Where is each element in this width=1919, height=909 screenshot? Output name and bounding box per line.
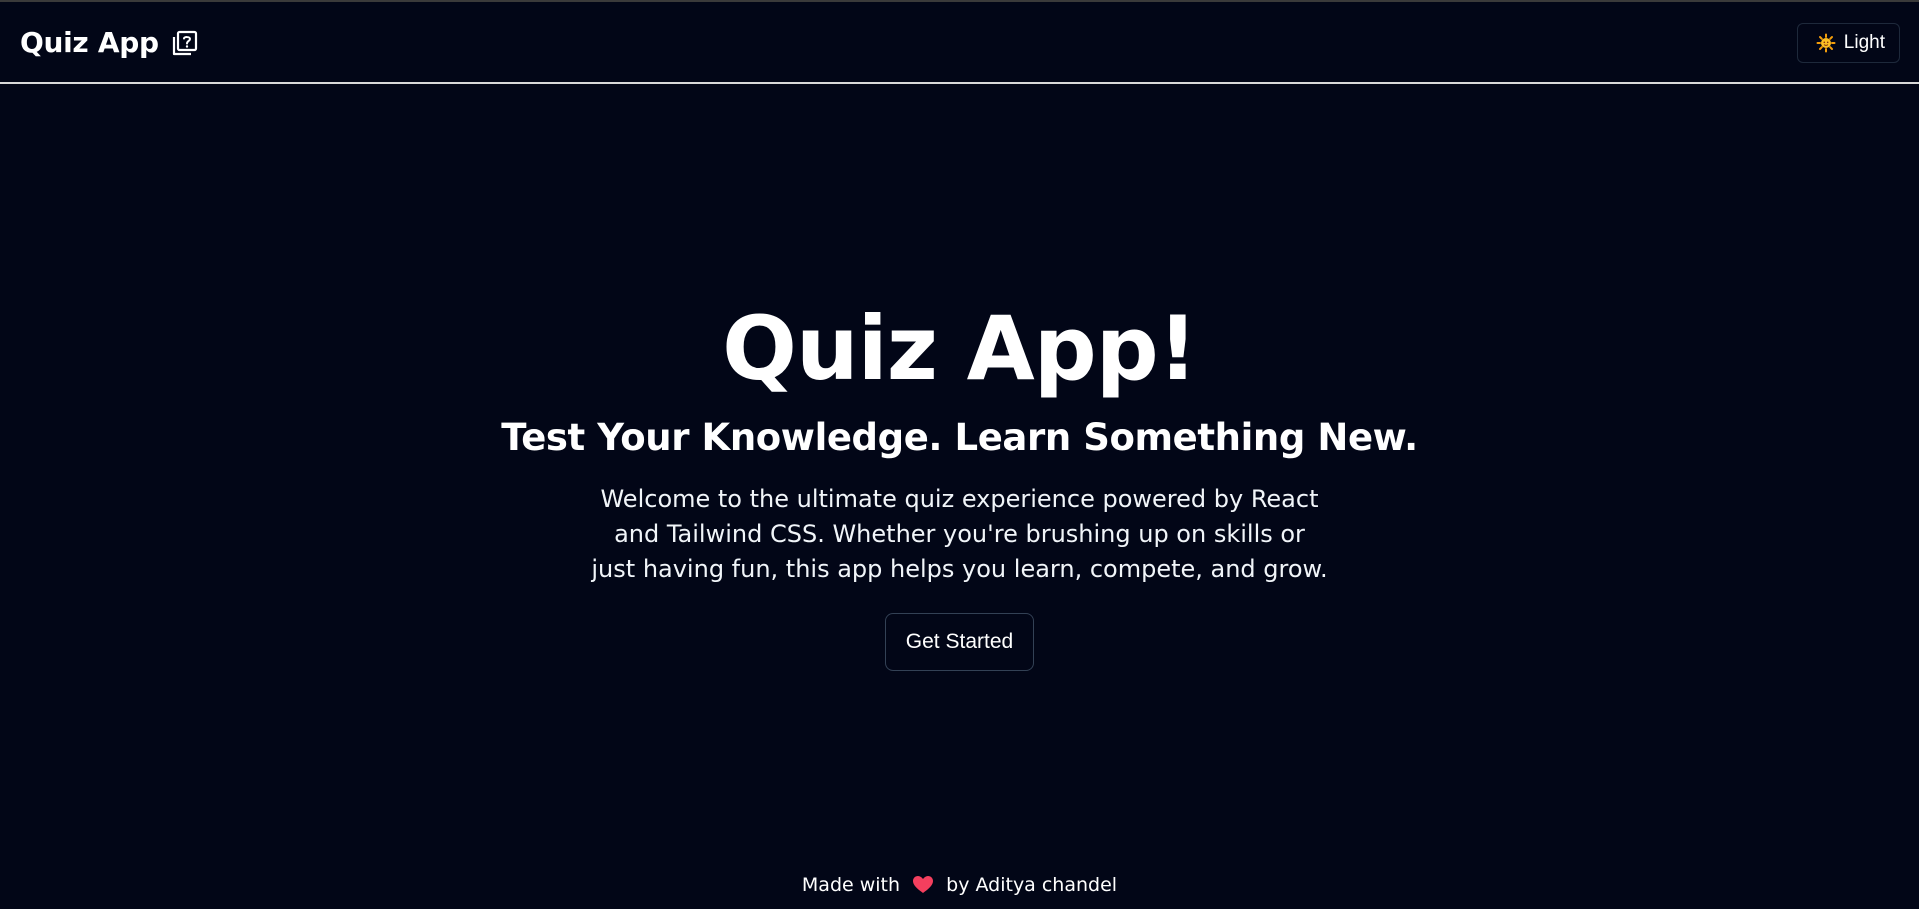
hero-description: Welcome to the ultimate quiz experience … (591, 485, 1328, 583)
brand-title: Quiz App (20, 26, 159, 59)
hero-title: Quiz App! (722, 297, 1198, 400)
navbar: Quiz App Light (0, 2, 1919, 84)
theme-toggle-button[interactable]: Light (1796, 23, 1900, 63)
heart-icon (912, 875, 934, 894)
hero-subtitle: Test Your Knowledge. Learn Something New… (501, 416, 1418, 459)
footer-suffix: by Aditya chandel (946, 874, 1118, 896)
get-started-button[interactable]: Get Started (884, 613, 1035, 671)
footer-prefix: Made with (801, 874, 901, 896)
hero-section: Quiz App! Test Your Knowledge. Learn Som… (0, 294, 1919, 671)
sun-icon (1816, 33, 1836, 53)
quiz-box-icon (171, 29, 199, 57)
footer: Made with by Aditya chandel (0, 872, 1919, 898)
brand[interactable]: Quiz App (20, 25, 199, 61)
theme-toggle-label: Light (1843, 32, 1885, 53)
